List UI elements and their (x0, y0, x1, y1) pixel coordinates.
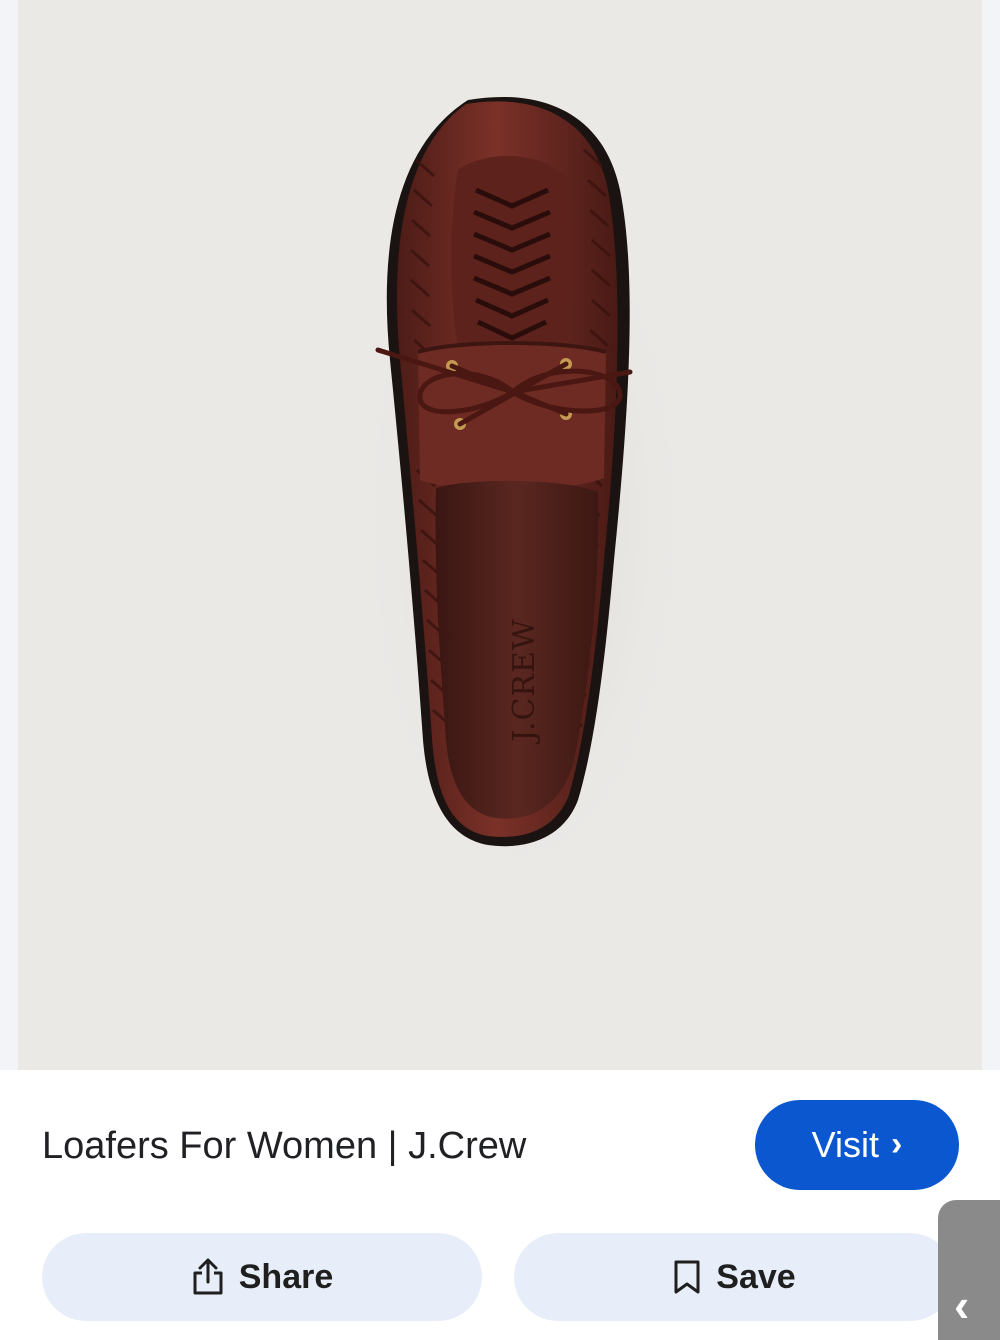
chevron-left-icon: ‹ (954, 1279, 970, 1331)
result-title[interactable]: Loafers For Women | J.Crew (42, 1124, 526, 1168)
share-button[interactable]: Share (42, 1233, 482, 1321)
visit-button[interactable]: Visit › (755, 1100, 959, 1190)
insole-brand: J.CREW (507, 618, 542, 745)
product-image-frame[interactable]: J.CREW (18, 0, 982, 1070)
bookmark-icon (674, 1260, 700, 1294)
image-panel: J.CREW (0, 0, 1000, 1070)
save-button[interactable]: Save (514, 1233, 954, 1321)
chevron-right-icon: › (891, 1124, 903, 1163)
save-label: Save (716, 1257, 796, 1296)
product-image[interactable]: J.CREW (18, 0, 982, 1070)
share-icon (193, 1258, 223, 1295)
share-label: Share (238, 1257, 334, 1296)
visit-label: Visit (811, 1124, 880, 1165)
